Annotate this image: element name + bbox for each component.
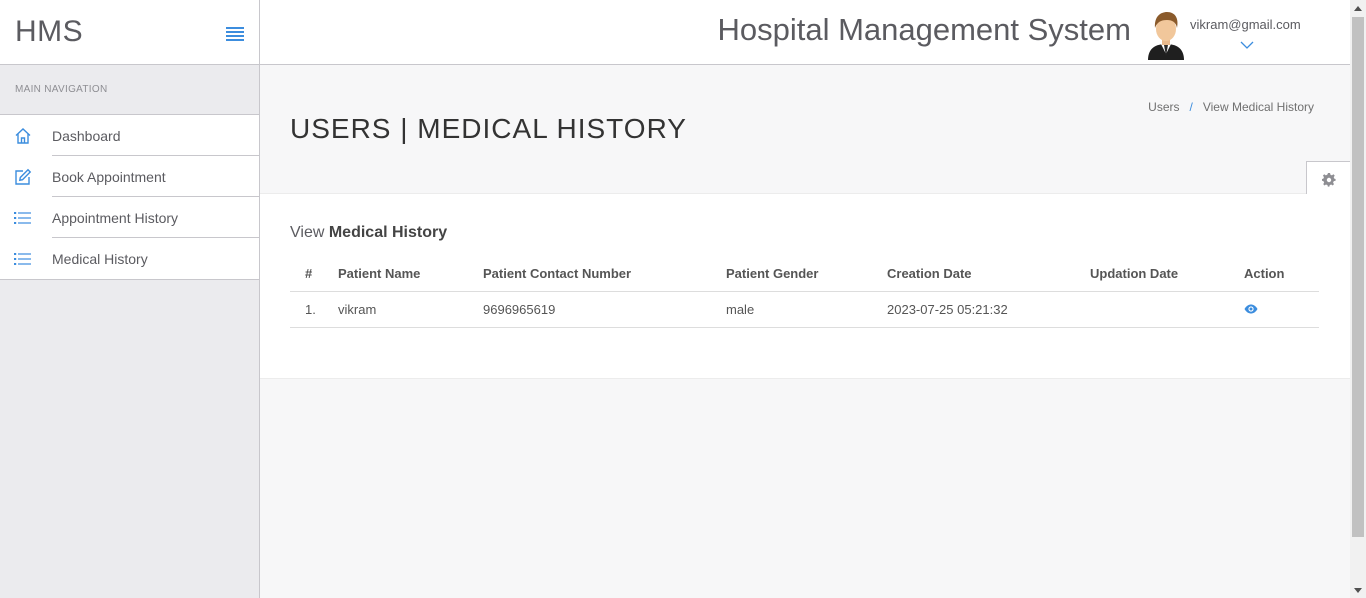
sidebar-item-appointment-history[interactable]: Appointment History	[0, 197, 259, 238]
row-number: 1.	[290, 291, 338, 328]
column-header-number: #	[290, 256, 338, 292]
updation-date	[1090, 291, 1244, 328]
sidebar-item-label: Book Appointment	[52, 168, 166, 185]
patient-gender: male	[726, 291, 887, 328]
edit-icon	[0, 168, 52, 186]
sidebar-item-label: Dashboard	[52, 127, 121, 144]
vertical-scrollbar[interactable]	[1350, 0, 1366, 598]
medical-history-table: # Patient Name Patient Contact Number Pa…	[290, 256, 1319, 328]
table-row: 1. vikram 9696965619 male 2023-07-25 05:…	[290, 291, 1319, 328]
breadcrumb-item-users[interactable]: Users	[1148, 100, 1179, 114]
eye-icon[interactable]	[1244, 302, 1258, 317]
list-icon	[0, 252, 52, 266]
user-email[interactable]: vikram@gmail.com	[1190, 17, 1301, 32]
sidebar-item-label: Appointment History	[52, 209, 179, 226]
app-title: Hospital Management System	[717, 12, 1131, 47]
scroll-up-arrow-icon[interactable]	[1350, 0, 1366, 16]
user-avatar[interactable]	[1146, 10, 1186, 60]
brand-bar: HMS	[0, 0, 259, 65]
scroll-down-arrow-icon[interactable]	[1350, 582, 1366, 598]
main-navigation: Dashboard Book Appointment Appointment H…	[0, 115, 259, 280]
page-header: USERS | MEDICAL HISTORY Users / View Med…	[260, 65, 1350, 194]
column-header-updation-date: Updation Date	[1090, 256, 1244, 292]
sidebar-item-medical-history[interactable]: Medical History	[0, 238, 259, 279]
creation-date: 2023-07-25 05:21:32	[887, 291, 1090, 328]
sidebar: HMS MAIN NAVIGATION Dashboard Book Appoi…	[0, 0, 260, 598]
scrollbar-thumb[interactable]	[1352, 17, 1364, 537]
column-header-patient-name: Patient Name	[338, 256, 483, 292]
brand-logo[interactable]: HMS	[15, 15, 83, 49]
panel-title-bold: Medical History	[328, 224, 448, 241]
panel-title: View Medical History	[290, 224, 447, 242]
sidebar-item-dashboard[interactable]: Dashboard	[0, 115, 259, 156]
panel-title-prefix: View	[290, 224, 325, 241]
patient-contact: 9696965619	[483, 291, 726, 328]
table-header-row: # Patient Name Patient Contact Number Pa…	[290, 256, 1319, 292]
patient-name: vikram	[338, 291, 483, 328]
top-bar: Hospital Management System vikram@gmail.…	[260, 0, 1350, 65]
chevron-down-icon[interactable]	[1240, 36, 1254, 54]
breadcrumb: Users / View Medical History	[1148, 100, 1314, 114]
breadcrumb-item-current: View Medical History	[1202, 100, 1314, 114]
column-header-creation-date: Creation Date	[887, 256, 1090, 292]
home-icon	[0, 127, 52, 145]
breadcrumb-separator: /	[1189, 100, 1193, 114]
sidebar-item-book-appointment[interactable]: Book Appointment	[0, 156, 259, 197]
column-header-action: Action	[1244, 256, 1319, 292]
nav-section-title: MAIN NAVIGATION	[0, 65, 259, 115]
column-header-gender: Patient Gender	[726, 256, 887, 292]
column-header-contact: Patient Contact Number	[483, 256, 726, 292]
sidebar-item-label: Medical History	[52, 250, 148, 267]
action-cell	[1244, 291, 1319, 328]
list-icon	[0, 211, 52, 225]
menu-toggle-icon[interactable]	[226, 27, 244, 41]
medical-history-panel: View Medical History # Patient Name Pati…	[260, 194, 1350, 379]
page-title: USERS | MEDICAL HISTORY	[290, 113, 687, 144]
gear-icon	[1321, 172, 1336, 192]
